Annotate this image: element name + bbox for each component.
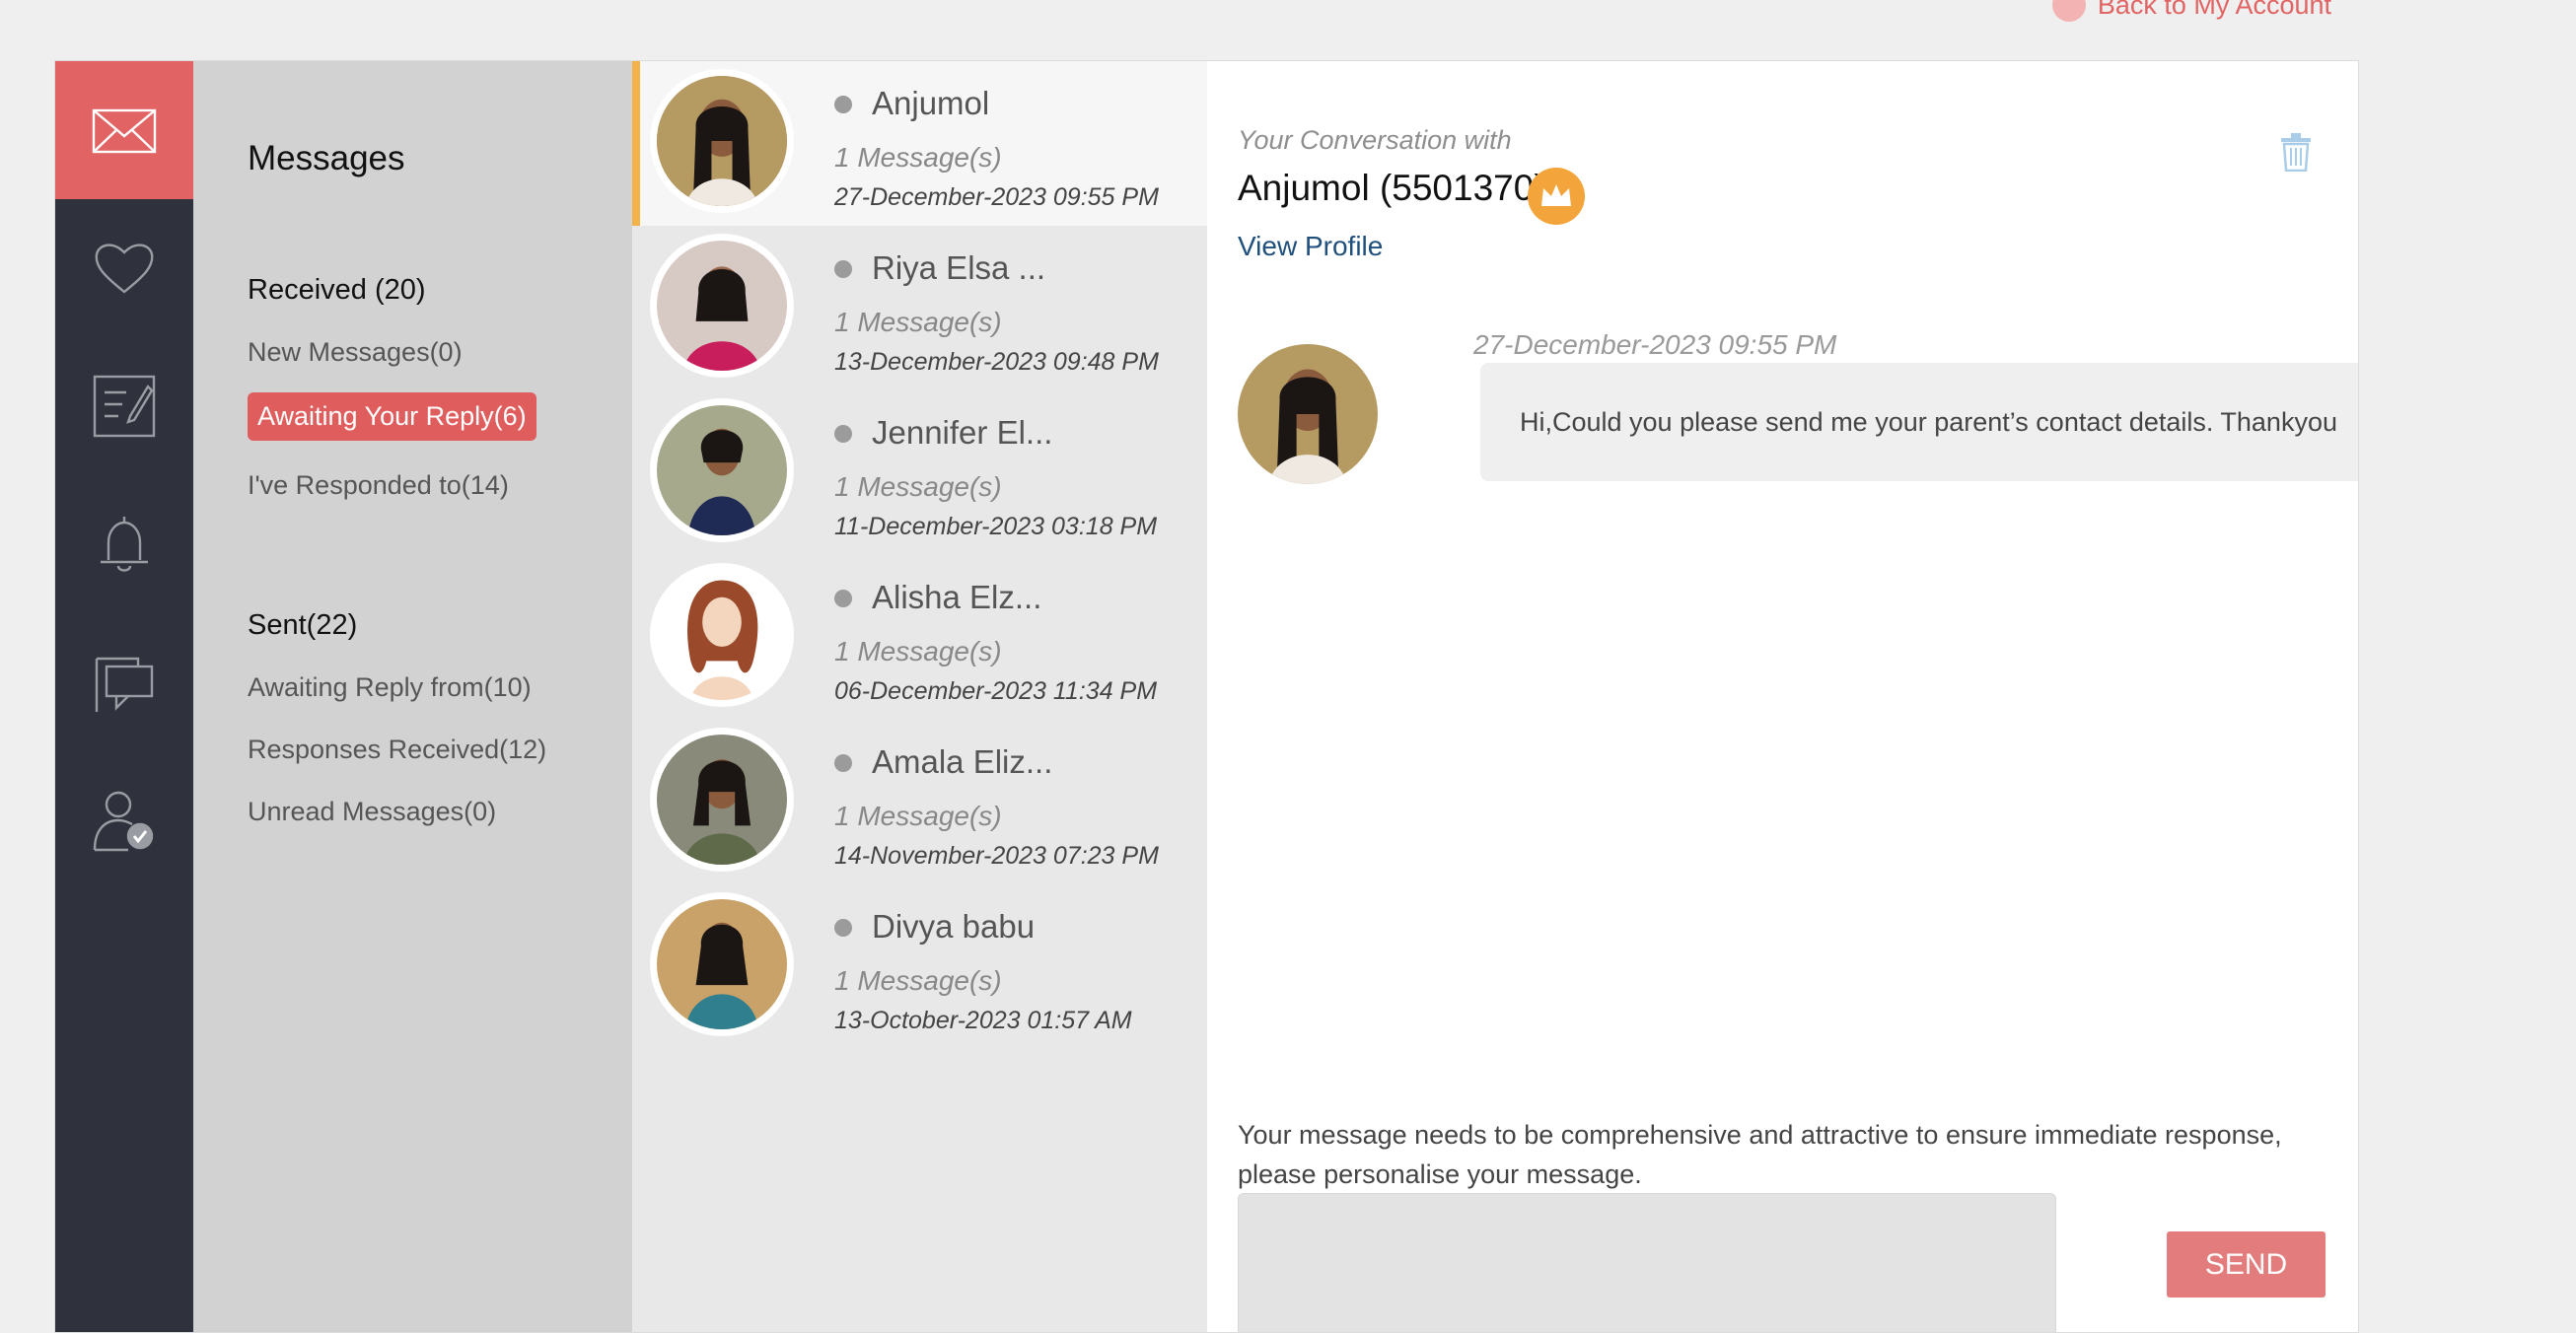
message-count: 1 Message(s) (834, 801, 1002, 831)
conversation-partner-name: Anjumol (5501370) (1238, 168, 1546, 208)
mail-icon (92, 108, 157, 154)
avatar (650, 398, 794, 542)
avatar (650, 69, 794, 213)
online-status-icon (834, 919, 852, 937)
conversation-name: Riya Elsa ... (872, 249, 1046, 286)
avatar (650, 234, 794, 378)
conversation-date: 13-October-2023 01:57 AM (834, 1007, 1132, 1034)
back-to-account-link[interactable]: Back to My Account (2051, 0, 2331, 22)
avatar (650, 563, 794, 707)
conversation-item[interactable]: Jennifer El... 1 Message(s) 11-December-… (632, 390, 1207, 555)
conversation-item[interactable]: Anjumol 1 Message(s) 27-December-2023 09… (632, 61, 1207, 226)
conversation-date: 13-December-2023 09:48 PM (834, 348, 1159, 376)
rail-item-notes[interactable] (55, 337, 193, 475)
conversation-item[interactable]: Amala Eliz... 1 Message(s) 14-November-2… (632, 720, 1207, 884)
messages-app: Messages Received (20) New Messages(0) A… (54, 60, 2359, 1333)
folder-unread-messages[interactable]: Unread Messages(0) (248, 797, 496, 827)
edit-note-icon (93, 375, 156, 438)
conversation-name: Alisha Elz... (872, 579, 1042, 615)
rail-item-chat[interactable] (55, 613, 193, 751)
conversation-item[interactable]: Riya Elsa ... 1 Message(s) 13-December-2… (632, 226, 1207, 390)
folder-panel: Messages Received (20) New Messages(0) A… (193, 61, 632, 1332)
conversation-name: Divya babu (872, 908, 1036, 945)
online-status-icon (834, 425, 852, 443)
folder-awaiting-your-reply[interactable]: Awaiting Your Reply(6) (248, 392, 537, 441)
conversation-item[interactable]: Alisha Elz... 1 Message(s) 06-December-2… (632, 555, 1207, 720)
conversation-date: 11-December-2023 03:18 PM (834, 513, 1158, 540)
conversation-list: Anjumol 1 Message(s) 27-December-2023 09… (632, 61, 1207, 1332)
back-to-account-label: Back to My Account (2097, 0, 2331, 20)
conversation-item[interactable]: Divya babu 1 Message(s) 13-October-2023 … (632, 884, 1207, 1049)
sent-heading[interactable]: Sent(22) (248, 609, 357, 642)
trash-icon[interactable] (2279, 132, 2313, 172)
send-button[interactable]: SEND (2167, 1231, 2326, 1298)
chat-icon (95, 657, 154, 712)
bell-icon (101, 517, 148, 572)
message-bubble: Hi,Could you please send me your parent’… (1480, 363, 2358, 481)
message-date: 27-December-2023 09:55 PM (1473, 329, 1837, 360)
rail-item-verification[interactable] (55, 751, 193, 889)
conversation-name: Jennifer El... (872, 414, 1053, 451)
message-avatar (1238, 344, 1378, 484)
message-count: 1 Message(s) (834, 307, 1002, 337)
online-status-icon (834, 96, 852, 113)
messages-title: Messages (248, 139, 405, 177)
folder-responses-received[interactable]: Responses Received(12) (248, 735, 546, 765)
conversation-date: 14-November-2023 07:23 PM (834, 842, 1159, 870)
online-status-icon (834, 260, 852, 278)
user-check-icon (93, 791, 154, 852)
message-count: 1 Message(s) (834, 965, 1002, 996)
folder-responded-to[interactable]: I've Responded to(14) (248, 470, 509, 501)
rail-item-shortlist[interactable] (55, 199, 193, 337)
online-status-icon (834, 754, 852, 772)
conversation-name: Amala Eliz... (872, 743, 1053, 780)
message-count: 1 Message(s) (834, 142, 1002, 173)
conversation-view: Your Conversation with Anjumol (5501370)… (1207, 61, 2358, 1332)
premium-crown-icon (1528, 168, 1585, 225)
online-status-icon (834, 590, 852, 607)
folder-new-messages[interactable]: New Messages(0) (248, 337, 463, 368)
received-heading[interactable]: Received (20) (248, 274, 426, 307)
message-count: 1 Message(s) (834, 471, 1002, 502)
message-text: Hi,Could you please send me your parent’… (1520, 406, 2337, 437)
icon-rail (55, 61, 193, 1332)
back-arrow-icon (2051, 0, 2086, 22)
heart-icon (95, 244, 154, 294)
compose-hint: Your message needs to be comprehensive a… (1238, 1120, 2282, 1189)
conversation-name: Anjumol (872, 85, 990, 121)
rail-item-notifications[interactable] (55, 475, 193, 613)
rail-item-messages[interactable] (55, 61, 193, 199)
folder-awaiting-reply-from[interactable]: Awaiting Reply from(10) (248, 672, 532, 703)
conversation-date: 06-December-2023 11:34 PM (834, 677, 1158, 705)
avatar (650, 728, 794, 872)
conversation-date: 27-December-2023 09:55 PM (834, 183, 1159, 211)
conversation-with-label: Your Conversation with (1238, 125, 1512, 155)
message-count: 1 Message(s) (834, 636, 1002, 666)
view-profile-link[interactable]: View Profile (1238, 231, 1383, 262)
compose-message-input[interactable] (1238, 1193, 2056, 1332)
avatar (650, 892, 794, 1036)
